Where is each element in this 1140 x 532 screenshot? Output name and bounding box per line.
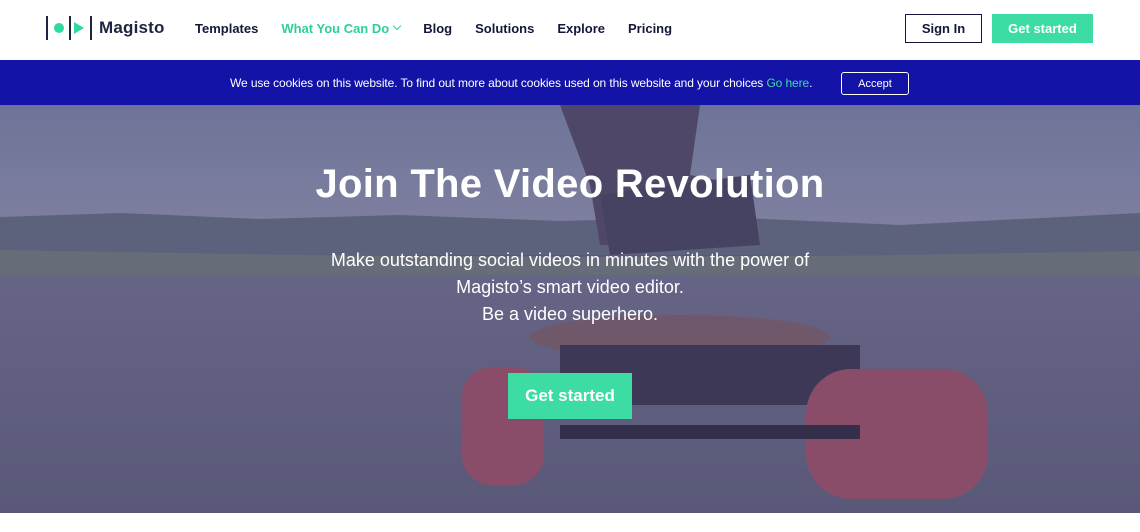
- chevron-down-icon: [392, 21, 402, 31]
- main-nav: Templates What You Can Do Blog Solutions…: [195, 0, 695, 56]
- site-header: Magisto Templates What You Can Do Blog S…: [0, 0, 1140, 60]
- cookie-message-suffix: .: [809, 76, 813, 90]
- page-bottom-edge: [0, 513, 1140, 532]
- hero-get-started-button[interactable]: Get started: [508, 373, 632, 419]
- hero-subtitle-line-3: Be a video superhero.: [481, 304, 659, 324]
- logo-bar-icon: [46, 16, 48, 40]
- logo-wordmark: Magisto: [99, 18, 165, 37]
- logo-bar-icon: [90, 16, 92, 40]
- hero-subtitle-line-1: Make outstanding social videos in minute…: [330, 250, 810, 270]
- nav-item-label: What You Can Do: [281, 20, 390, 36]
- cookie-banner: We use cookies on this website. To find …: [0, 60, 1140, 105]
- sign-in-button[interactable]: Sign In: [905, 14, 982, 43]
- nav-item-solutions[interactable]: Solutions: [475, 21, 534, 36]
- hero-subtitle-line-2: Magisto’s smart video editor.: [456, 277, 684, 297]
- cookie-message: We use cookies on this website. To find …: [230, 76, 812, 90]
- cookie-accept-button[interactable]: Accept: [841, 72, 909, 95]
- header-get-started-button[interactable]: Get started: [992, 14, 1093, 43]
- nav-item-pricing[interactable]: Pricing: [628, 21, 672, 36]
- nav-item-blog[interactable]: Blog: [423, 21, 452, 36]
- nav-item-templates[interactable]: Templates: [195, 21, 258, 36]
- cookie-policy-link[interactable]: Go here: [766, 76, 809, 90]
- hero-section: Join The Video Revolution Make outstandi…: [0, 105, 1140, 513]
- logo-bar-icon: [69, 16, 71, 40]
- cookie-message-text: We use cookies on this website. To find …: [230, 76, 767, 90]
- hero-title: Join The Video Revolution: [315, 162, 825, 206]
- magisto-logo[interactable]: Magisto: [46, 15, 165, 41]
- logo-play-icon: [74, 22, 84, 34]
- nav-item-what-you-can-do[interactable]: What You Can Do: [281, 20, 402, 36]
- logo-dot-icon: [54, 23, 64, 33]
- nav-item-explore[interactable]: Explore: [557, 21, 605, 36]
